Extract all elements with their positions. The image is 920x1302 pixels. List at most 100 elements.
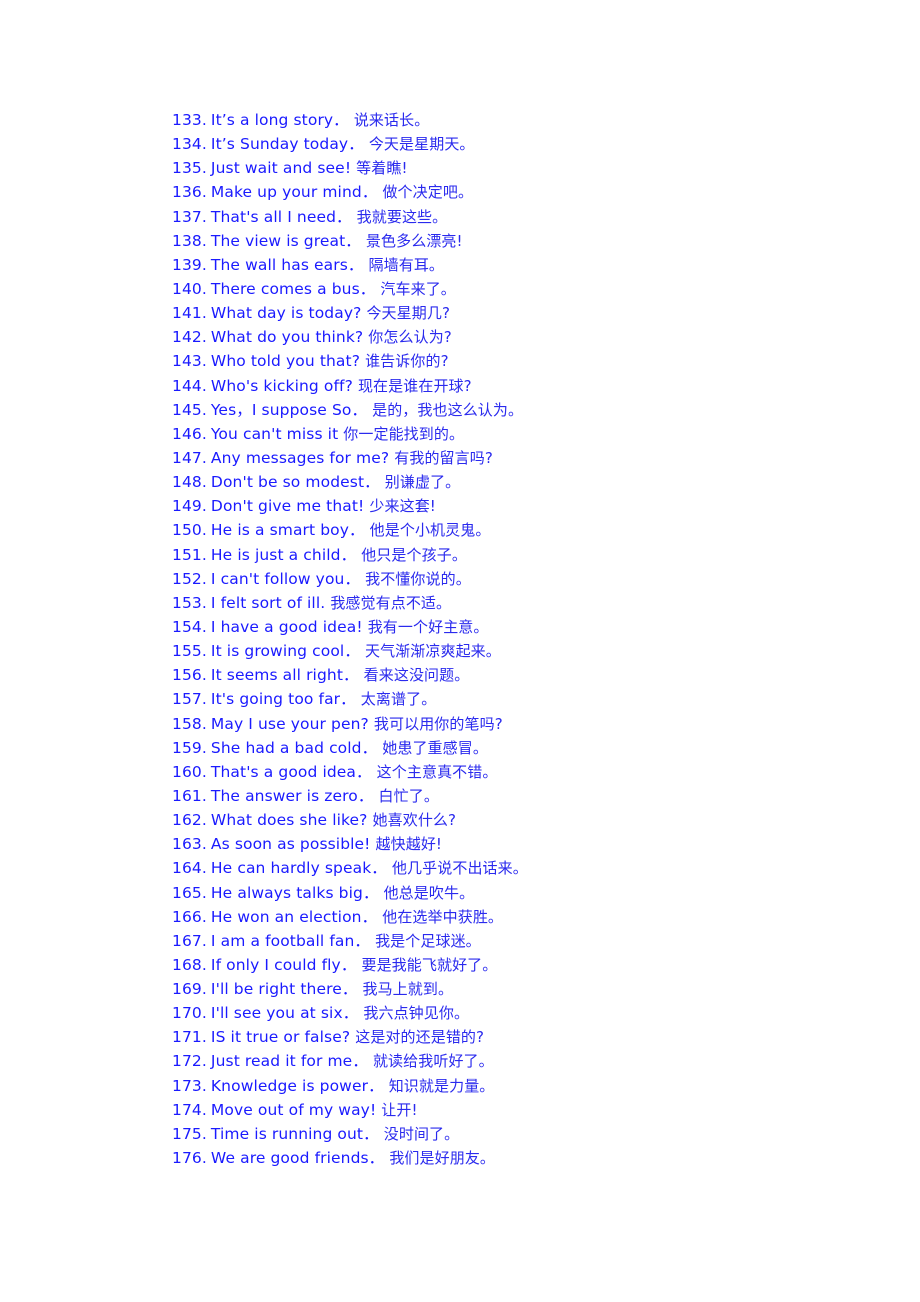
phrase-number: 175. [172, 1124, 207, 1143]
phrase-line: 170. I'll see you at six． 我六点钟见你。 [172, 1001, 872, 1025]
phrase-number: 156. [172, 666, 207, 685]
phrase-line: 176. We are good friends． 我们是好朋友。 [172, 1146, 872, 1170]
phrase-chinese: 我感觉有点不适。 [330, 593, 452, 612]
phrase-line: 145. Yes，I suppose So． 是的，我也这么认为。 [172, 398, 872, 422]
phrase-number: 141. [172, 304, 207, 323]
phrase-number: 139. [172, 255, 207, 274]
phrase-number: 154. [172, 617, 207, 636]
phrase-english: Knowledge is power． [210, 1076, 384, 1095]
phrase-english: IS it true or false? [210, 1028, 351, 1047]
phrase-line: 165. He always talks big． 他总是吹牛。 [172, 881, 872, 905]
phrase-number: 146. [172, 424, 207, 443]
phrase-chinese: 说来话长。 [353, 111, 430, 129]
phrase-english: It's going too far． [210, 690, 356, 709]
phrase-number: 140. [172, 279, 207, 298]
phrase-english: What do you think? [210, 328, 364, 347]
phrase-line: 162. What does she like? 她喜欢什么? [172, 808, 872, 832]
phrase-number: 151. [172, 545, 207, 564]
phrase-chinese: 她患了重感冒。 [382, 738, 488, 757]
phrase-number: 138. [172, 231, 207, 250]
phrase-number: 153. [172, 593, 207, 612]
phrase-chinese: 知识就是力量。 [388, 1076, 495, 1095]
phrase-chinese: 别谦虚了。 [384, 473, 461, 492]
phrase-number: 149. [172, 497, 207, 516]
phrase-number: 174. [172, 1100, 207, 1119]
phrase-number: 160. [172, 762, 207, 781]
phrase-number: 155. [172, 642, 207, 661]
phrase-chinese: 我马上就到。 [362, 980, 454, 999]
phrase-english: It is growing cool． [210, 642, 360, 661]
phrase-number: 169. [172, 980, 207, 999]
phrase-chinese: 让开! [381, 1100, 418, 1119]
phrase-english: Any messages for me? [210, 448, 390, 467]
phrase-line: 141. What day is today? 今天星期几? [172, 301, 872, 325]
phrase-line: 158. May I use your pen? 我可以用你的笔吗? [172, 712, 872, 736]
phrase-chinese: 越快越好! [375, 835, 443, 854]
phrase-english: The wall has ears． [210, 255, 364, 274]
phrase-line: 159. She had a bad cold． 她患了重感冒。 [172, 736, 872, 760]
phrase-chinese: 汽车来了。 [380, 279, 456, 298]
phrase-line: 172. Just read it for me． 就读给我听好了。 [172, 1049, 872, 1073]
phrase-chinese: 他几乎说不出话来。 [391, 859, 528, 878]
phrase-chinese: 现在是谁在开球? [357, 376, 472, 395]
phrase-english: Time is running out． [210, 1124, 379, 1143]
phrase-english: Yes，I suppose So． [210, 400, 368, 419]
phrase-english: Just wait and see! [210, 159, 352, 178]
phrase-line: 143. Who told you that? 谁告诉你的? [172, 349, 872, 373]
phrase-english: He won an election． [210, 907, 378, 926]
phrase-line: 142. What do you think? 你怎么认为? [172, 325, 872, 349]
phrase-line: 175. Time is running out． 没时间了。 [172, 1122, 872, 1146]
phrase-chinese: 没时间了。 [383, 1124, 460, 1143]
phrase-chinese: 我是个足球迷。 [375, 931, 481, 950]
phrase-chinese: 隔墙有耳。 [368, 255, 445, 274]
phrase-line: 169. I'll be right there． 我马上就到。 [172, 977, 872, 1001]
phrase-chinese: 他只是个孩子。 [361, 545, 467, 564]
phrase-line: 171. IS it true or false? 这是对的还是错的? [172, 1025, 872, 1049]
phrase-line: 153. I felt sort of ill. 我感觉有点不适。 [172, 591, 872, 615]
phrase-english: I'll be right there． [210, 980, 358, 999]
phrase-chinese: 我们是好朋友。 [389, 1149, 496, 1168]
phrase-chinese: 今天星期几? [366, 304, 451, 323]
phrase-chinese: 他在选举中获胜。 [382, 907, 504, 926]
phrase-english: What does she like? [210, 811, 368, 830]
phrase-number: 144. [172, 376, 207, 395]
phrase-chinese: 是的，我也这么认为。 [372, 400, 524, 419]
phrase-line: 137. That's all I need． 我就要这些。 [172, 205, 872, 229]
phrase-english: I can't follow you． [210, 569, 361, 588]
phrase-chinese: 白忙了。 [378, 786, 439, 805]
phrase-english: I am a football fan． [210, 931, 371, 950]
phrase-chinese: 他是个小机灵鬼。 [369, 521, 491, 540]
phrase-number: 167. [172, 931, 207, 950]
phrase-chinese: 少来这套! [369, 497, 436, 516]
phrase-line: 144. Who's kicking off? 现在是谁在开球? [172, 374, 872, 398]
phrase-english: She had a bad cold． [210, 738, 378, 757]
phrase-line: 166. He won an election． 他在选举中获胜。 [172, 905, 872, 929]
phrase-line: 150. He is a smart boy． 他是个小机灵鬼。 [172, 518, 872, 542]
phrase-number: 171. [172, 1028, 207, 1047]
phrase-number: 157. [172, 690, 207, 709]
phrase-chinese: 景色多么漂亮! [365, 231, 463, 250]
phrase-english: The answer is zero． [210, 786, 374, 805]
phrase-line: 148. Don't be so modest． 别谦虚了。 [172, 470, 872, 494]
phrase-chinese: 我就要这些。 [356, 207, 448, 226]
phrase-chinese: 太离谱了。 [360, 690, 437, 709]
phrase-line: 136. Make up your mind． 做个决定吧。 [172, 180, 872, 204]
phrase-line: 164. He can hardly speak． 他几乎说不出话来。 [172, 856, 872, 880]
phrase-number: 148. [172, 473, 207, 492]
phrase-chinese: 要是我能飞就好了。 [361, 955, 498, 974]
phrase-number: 166. [172, 907, 207, 926]
phrase-number: 165. [172, 883, 207, 902]
phrase-number: 158. [172, 714, 207, 733]
phrase-number: 152. [172, 569, 207, 588]
phrase-chinese: 今天是星期天。 [368, 135, 475, 154]
phrase-line: 146. You can't miss it 你一定能找到的。 [172, 422, 872, 446]
phrase-number: 168. [172, 955, 207, 974]
phrase-line: 147. Any messages for me? 有我的留言吗? [172, 446, 872, 470]
phrase-line: 152. I can't follow you． 我不懂你说的。 [172, 567, 872, 591]
phrase-line: 161. The answer is zero． 白忙了。 [172, 784, 872, 808]
phrase-number: 136. [172, 183, 207, 202]
phrase-line: 134. It’s Sunday today． 今天是星期天。 [172, 132, 872, 156]
phrase-english: What day is today? [210, 304, 362, 323]
phrase-english: Make up your mind． [210, 183, 378, 202]
phrase-number: 134. [172, 135, 207, 154]
